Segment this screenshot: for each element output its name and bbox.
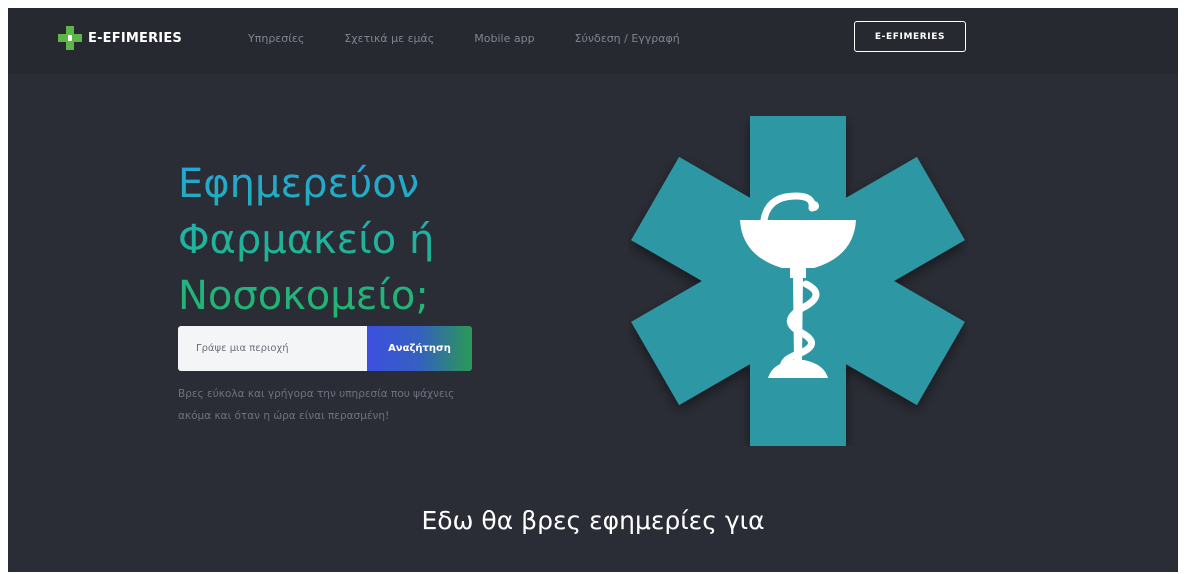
pharmacy-cross-icon <box>58 26 82 50</box>
nav-link-mobile-app[interactable]: Mobile app <box>474 32 534 45</box>
star-of-life-bowl-of-hygieia-icon <box>631 116 965 446</box>
search-button[interactable]: Αναζήτηση <box>367 326 472 371</box>
nav-cta-button[interactable]: E-EFIMERIES <box>854 21 966 52</box>
nav-link-login-register[interactable]: Σύνδεση / Εγγραφή <box>575 32 680 45</box>
hero-headline-line-3: Νοσοκομείο; <box>178 273 429 319</box>
hero-headline-line-1: Εφημερεύον <box>178 161 420 207</box>
search-input[interactable] <box>178 326 367 371</box>
hero-headline-line-2: Φαρμακείο ή <box>178 217 435 263</box>
page-frame: E-EFIMERIES Υπηρεσίες Σχετικά με εμάς Mo… <box>8 8 1178 572</box>
nav-links: Υπηρεσίες Σχετικά με εμάς Mobile app Σύν… <box>248 32 720 45</box>
brand[interactable]: E-EFIMERIES <box>58 26 182 50</box>
search-box: Αναζήτηση <box>178 326 472 371</box>
nav-link-about[interactable]: Σχετικά με εμάς <box>344 32 434 45</box>
hero-subtext: Βρες εύκολα και γρήγορα την υπηρεσία που… <box>178 388 455 422</box>
hero-headline: Εφημερεύον Φαρμακείο ή Νοσοκομείο; <box>178 156 598 324</box>
section-heading: Εδω θα βρες εφημερίες για <box>421 506 765 535</box>
brand-name: E-EFIMERIES <box>88 30 182 46</box>
navbar: E-EFIMERIES Υπηρεσίες Σχετικά με εμάς Mo… <box>8 8 1178 74</box>
nav-link-services[interactable]: Υπηρεσίες <box>248 32 304 45</box>
